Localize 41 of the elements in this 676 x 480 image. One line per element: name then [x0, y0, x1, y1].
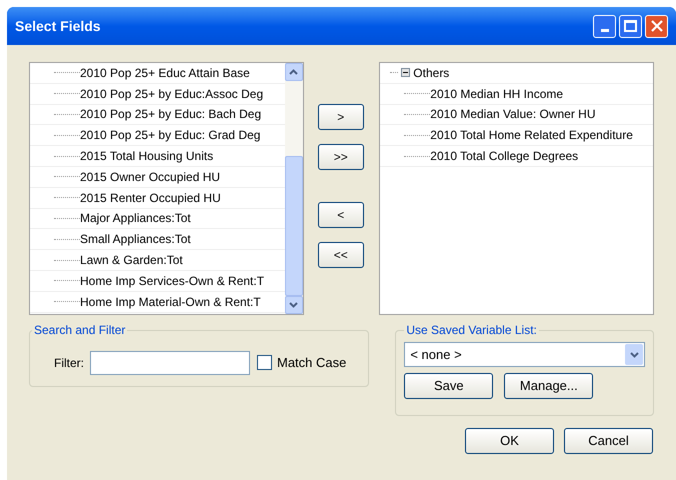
ok-button[interactable]: OK — [465, 428, 554, 454]
field-item[interactable]: 2010 Pop 25+ by Educ: Bach Deg — [30, 104, 285, 126]
move-button[interactable]: >> — [318, 144, 364, 170]
move-button[interactable]: < — [318, 202, 364, 228]
filter-field[interactable] — [90, 350, 250, 374]
scrollbar[interactable] — [284, 63, 303, 314]
manage-button[interactable]: Manage... — [504, 373, 594, 399]
field-item[interactable]: Home Imp Services-Own & Rent:T — [30, 270, 285, 292]
close-icon — [650, 20, 662, 32]
field-item[interactable]: Small Appliances:Tot — [30, 229, 285, 250]
move-button[interactable]: > — [318, 104, 364, 130]
group-title: Search and Filter — [33, 322, 126, 339]
filter-label: Filter: — [54, 354, 84, 372]
field-item[interactable]: 2010 Median HH Income — [380, 84, 653, 105]
save-button[interactable]: Save — [404, 373, 494, 399]
window-title: Select Fields — [15, 16, 102, 36]
field-item[interactable]: 2015 Total Housing Units — [30, 146, 285, 167]
field-item[interactable]: 2010 Pop 25+ by Educ:Assoc Deg — [30, 84, 285, 105]
group-label[interactable]: Others — [413, 64, 450, 82]
field-item[interactable]: 2010 Total Home Related Expenditure — [380, 125, 653, 146]
group-title: Use Saved Variable List: — [405, 322, 538, 339]
collapse-icon[interactable] — [401, 68, 410, 78]
close-button[interactable] — [645, 14, 668, 38]
scroll-thumb[interactable] — [284, 156, 303, 296]
field-item[interactable]: 2010 Pop 25+ Educ Attain Base — [30, 63, 285, 84]
field-item[interactable]: Home Imp Material-Own & Rent:T — [30, 292, 285, 313]
field-item[interactable]: 2015 Renter Occupied HU — [30, 188, 285, 209]
field-item[interactable]: 2010 Median Value: Owner HU — [380, 104, 653, 126]
saved-list-dropdown[interactable]: < none > — [404, 342, 645, 367]
match-case-checkbox[interactable]: Match Case — [257, 352, 346, 372]
field-item[interactable]: Major Appliances:Tot — [30, 208, 285, 230]
field-item[interactable]: Lawn & Garden:Tot — [30, 250, 285, 271]
field-item[interactable]: 2010 Pop 25+ by Educ: Grad Deg — [30, 125, 285, 146]
move-button[interactable]: << — [318, 242, 364, 268]
scroll-up-button[interactable] — [284, 63, 303, 81]
field-item[interactable]: 2010 Total College Degrees — [380, 146, 653, 167]
minimize-button[interactable] — [593, 14, 616, 38]
maximize-button[interactable] — [619, 14, 642, 38]
cancel-button[interactable]: Cancel — [564, 428, 653, 454]
field-item[interactable]: 2015 Owner Occupied HU — [30, 166, 285, 188]
scroll-down-button[interactable] — [284, 296, 303, 314]
